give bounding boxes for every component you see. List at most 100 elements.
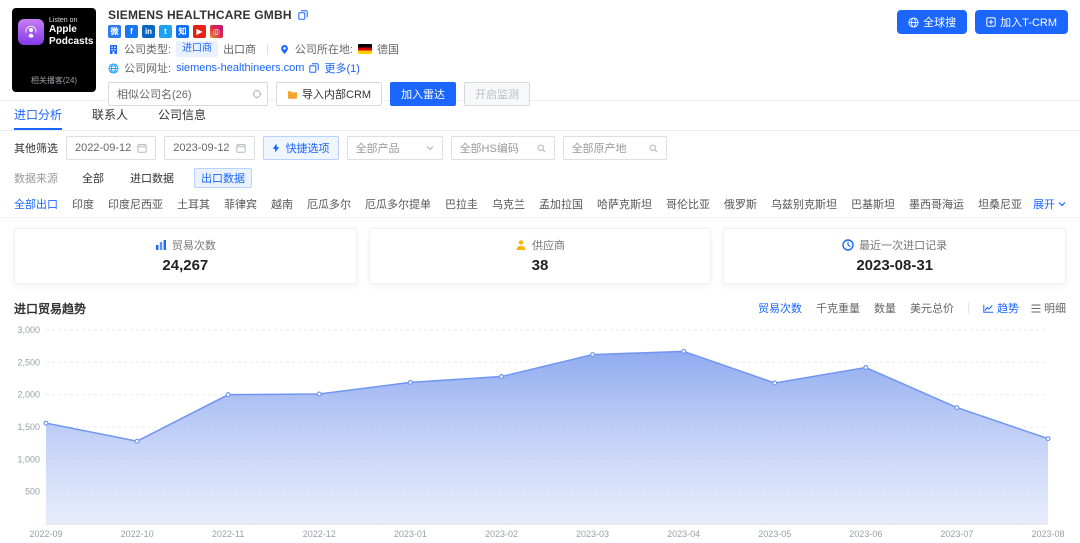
country-tab-8[interactable]: 巴拉圭 — [445, 196, 478, 212]
svg-text:2,000: 2,000 — [17, 390, 40, 400]
data-source-option-2[interactable]: 出口数据 — [194, 168, 252, 188]
date-to-value: 2023-09-12 — [173, 142, 229, 154]
logo-listen-on: Listen on — [49, 17, 93, 24]
chart-header: 进口贸易趋势 贸易次数千克重量数量美元总价 趋势明细 — [0, 294, 1080, 322]
add-radar-button[interactable]: 加入雷达 — [390, 82, 456, 106]
data-source-option-1[interactable]: 进口数据 — [124, 169, 180, 187]
country-tab-15[interactable]: 巴基斯坦 — [851, 196, 895, 212]
metric-button-0[interactable]: 贸易次数 — [758, 300, 802, 316]
date-to-picker[interactable]: 2023-09-12 — [164, 136, 254, 160]
company-type-importer-tag[interactable]: 进口商 — [176, 41, 218, 57]
svg-text:500: 500 — [25, 487, 40, 497]
company-name: SIEMENS HEALTHCARE GMBH — [108, 8, 292, 22]
country-tab-14[interactable]: 乌兹别克斯坦 — [771, 196, 837, 212]
company-type-exporter[interactable]: 出口商 — [223, 41, 256, 57]
country-tab-6[interactable]: 厄瓜多尔 — [307, 196, 351, 212]
svg-text:1,500: 1,500 — [17, 422, 40, 432]
product-select-value: 全部产品 — [356, 140, 400, 156]
metric-button-3[interactable]: 美元总价 — [910, 300, 954, 316]
company-trade-page: Listen on Apple Podcasts 相关播客(24) SIEMEN… — [0, 0, 1080, 543]
podcast-icon — [18, 19, 44, 45]
facebook-icon[interactable]: f — [125, 25, 138, 38]
target-icon[interactable] — [252, 89, 262, 99]
import-crm-button[interactable]: 导入内部CRM — [276, 82, 382, 106]
instagram-icon[interactable]: ◎ — [210, 25, 223, 38]
stat-card-trade-count: 贸易次数24,267 — [14, 228, 357, 284]
company-actions-row: 导入内部CRM 加入雷达 开启监测 — [108, 82, 530, 106]
country-tab-1[interactable]: 印度 — [72, 196, 94, 212]
add-radar-label: 加入雷达 — [401, 86, 445, 102]
expand-button[interactable]: 展开 — [1033, 196, 1066, 212]
metric-button-2[interactable]: 数量 — [874, 300, 896, 316]
trend-view-button[interactable]: 趋势 — [983, 300, 1019, 316]
youtube-icon[interactable]: ▶ — [193, 25, 206, 38]
similar-company-input[interactable] — [108, 82, 268, 106]
weibo-icon[interactable]: 微 — [108, 25, 121, 38]
company-type-row: 公司类型: 进口商 出口商 | 公司所在地: 德国 — [108, 41, 530, 57]
country-tab-0[interactable]: 全部出口 — [14, 196, 58, 212]
country-tabs: 全部出口印度印度尼西亚土耳其菲律宾越南厄瓜多尔厄瓜多尔提单巴拉圭乌克兰孟加拉国哈… — [14, 196, 1023, 212]
website-row: 公司网址: siemens-healthineers.com 更多(1) — [108, 60, 530, 76]
svg-text:2022-11: 2022-11 — [212, 529, 244, 539]
add-tcrm-button[interactable]: 加入T-CRM — [975, 10, 1068, 34]
metric-buttons: 贸易次数千克重量数量美元总价 — [758, 300, 954, 316]
quick-options-button[interactable]: 快捷选项 — [263, 136, 339, 160]
lightning-icon — [272, 143, 280, 153]
zhihu-icon[interactable]: 知 — [176, 25, 189, 38]
company-info: SIEMENS HEALTHCARE GMBH 微fint知 ▶ ◎ 公司类型: 进… — [108, 8, 530, 92]
calendar-icon — [236, 143, 246, 153]
filter-bar: 其他筛选 2022-09-12 2023-09-12 快捷选项 全部产品 — [0, 131, 1080, 165]
folder-import-icon — [287, 89, 298, 100]
country-tab-9[interactable]: 乌克兰 — [492, 196, 525, 212]
country-tab-2[interactable]: 印度尼西亚 — [108, 196, 163, 212]
country-tab-16[interactable]: 墨西哥海运 — [909, 196, 964, 212]
svg-text:2023-01: 2023-01 — [394, 529, 427, 539]
svg-text:2023-02: 2023-02 — [485, 529, 518, 539]
hs-code-select[interactable]: 全部HS编码 — [451, 136, 555, 160]
stat-label: 最近一次进口记录 — [859, 237, 947, 253]
germany-flag-icon — [358, 44, 372, 54]
linkedin-icon[interactable]: in — [142, 25, 155, 38]
stat-card-suppliers: 供应商38 — [369, 228, 712, 284]
country-tab-12[interactable]: 哥伦比亚 — [666, 196, 710, 212]
product-select[interactable]: 全部产品 — [347, 136, 443, 160]
detail-view-button[interactable]: 明细 — [1031, 300, 1066, 316]
list-icon — [1031, 304, 1041, 313]
country-tab-3[interactable]: 土耳其 — [177, 196, 210, 212]
data-source-option-0[interactable]: 全部 — [76, 169, 110, 187]
start-monitor-button[interactable]: 开启监测 — [464, 82, 530, 106]
svg-text:2023-08: 2023-08 — [1031, 529, 1064, 539]
svg-text:2022-12: 2022-12 — [303, 529, 336, 539]
origin-select[interactable]: 全部原产地 — [563, 136, 667, 160]
country-tab-4[interactable]: 菲律宾 — [224, 196, 257, 212]
other-filter-label: 其他筛选 — [14, 140, 58, 156]
trend-chart-icon — [983, 304, 994, 313]
country-tab-7[interactable]: 厄瓜多尔提单 — [365, 196, 431, 212]
location-pin-icon — [279, 44, 290, 55]
country-tab-10[interactable]: 孟加拉国 — [539, 196, 583, 212]
website-label: 公司网址: — [124, 60, 171, 76]
country-tab-5[interactable]: 越南 — [271, 196, 293, 212]
country-tab-11[interactable]: 哈萨克斯坦 — [597, 196, 652, 212]
copy-icon[interactable] — [298, 10, 308, 20]
country-tab-13[interactable]: 俄罗斯 — [724, 196, 757, 212]
globe-icon — [908, 17, 919, 28]
chart-title: 进口贸易趋势 — [14, 300, 86, 317]
company-logo: Listen on Apple Podcasts 相关播客(24) — [12, 8, 96, 92]
metric-button-1[interactable]: 千克重量 — [816, 300, 860, 316]
global-search-button[interactable]: 全球搜 — [897, 10, 967, 34]
date-from-picker[interactable]: 2022-09-12 — [66, 136, 156, 160]
twitter-icon[interactable]: t — [159, 25, 172, 38]
logo-caption: 相关播客(24) — [18, 75, 90, 86]
globe-icon — [108, 63, 119, 74]
clock-icon — [842, 239, 854, 251]
origin-value: 全部原产地 — [572, 140, 627, 156]
date-from-value: 2022-09-12 — [75, 142, 131, 154]
hs-code-value: 全部HS编码 — [460, 140, 519, 156]
stat-value: 38 — [370, 257, 711, 274]
country-tab-17[interactable]: 坦桑尼亚 — [978, 196, 1022, 212]
copy-icon[interactable] — [309, 63, 319, 73]
more-link[interactable]: 更多(1) — [324, 60, 359, 76]
website-link[interactable]: siemens-healthineers.com — [176, 62, 304, 74]
tab-import-analysis[interactable]: 进口分析 — [14, 101, 62, 130]
